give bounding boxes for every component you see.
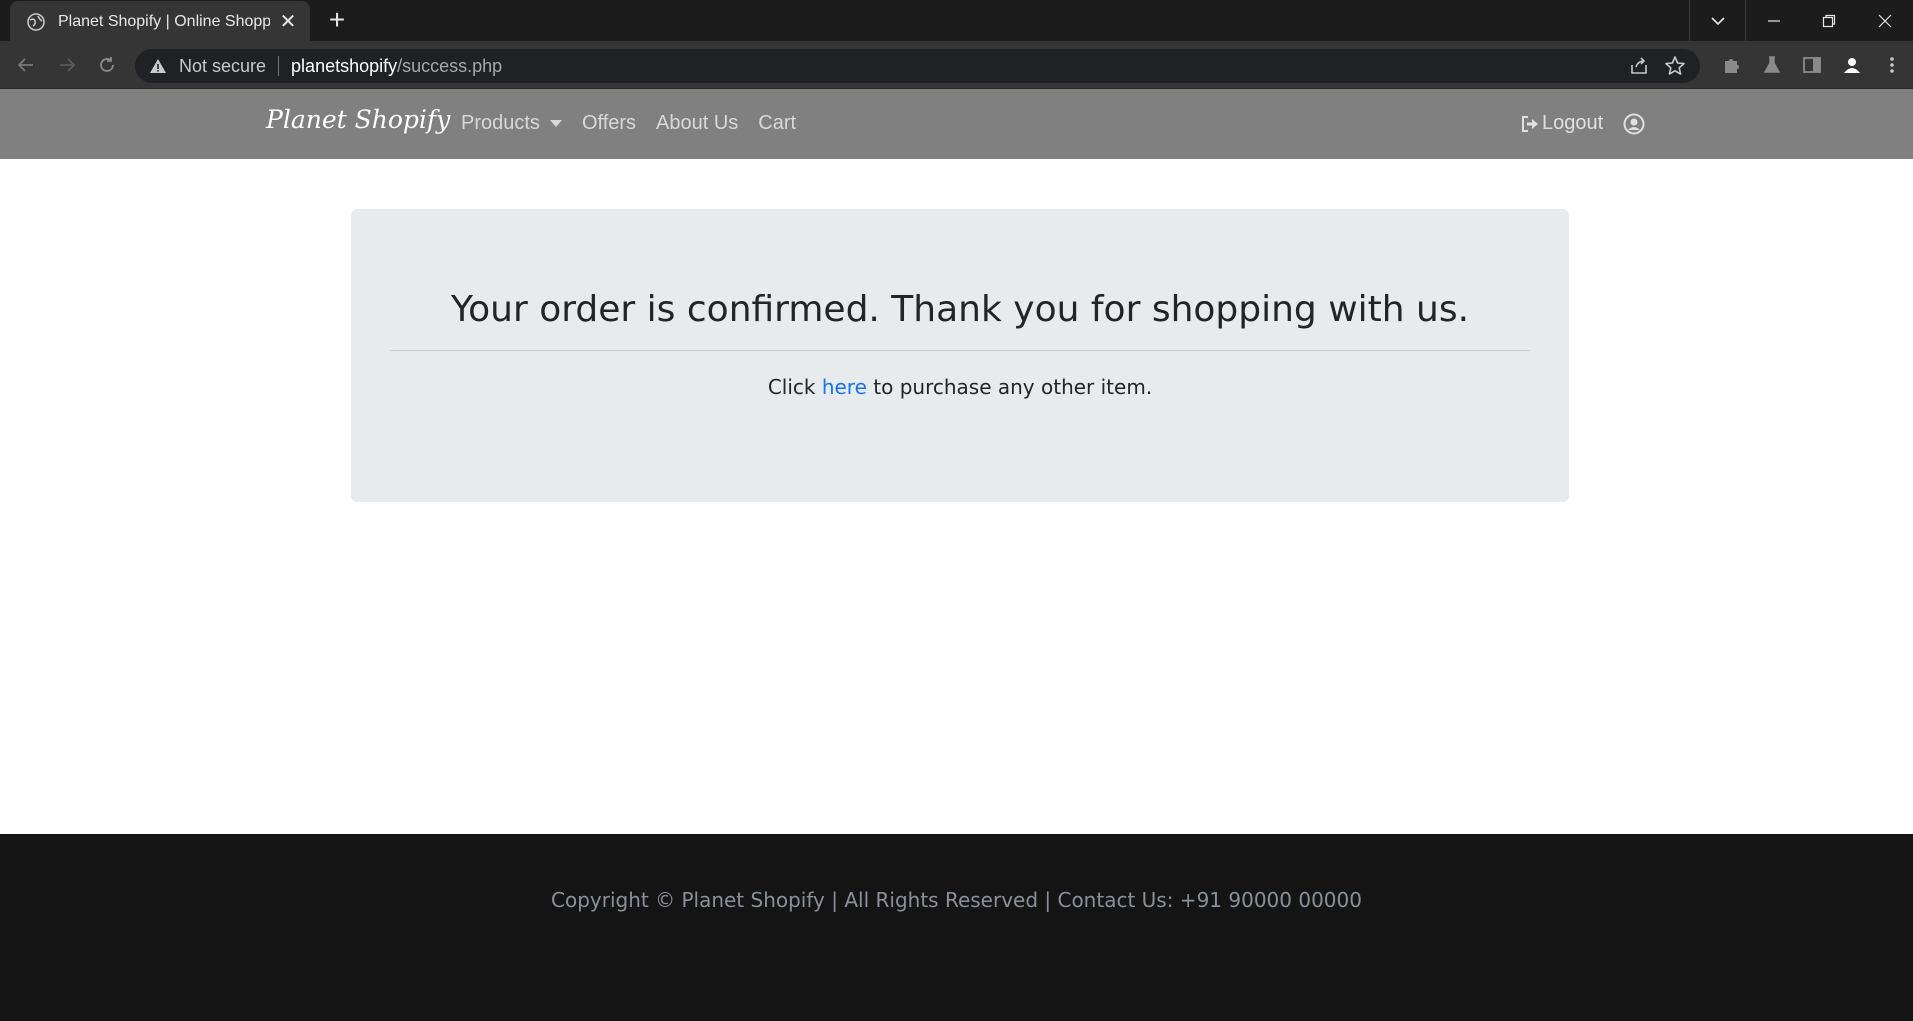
nav-about-us[interactable]: About Us	[656, 112, 738, 135]
back-icon	[17, 58, 33, 72]
confirmation-heading: Your order is confirmed. Thank you for s…	[450, 289, 1470, 330]
site-navbar: Planet Shopify Products Offers About Us …	[0, 89, 1913, 159]
new-tab-button[interactable]: +	[322, 6, 352, 36]
site-footer: Copyright © Planet Shopify | All Rights …	[0, 834, 1913, 1021]
share-icon[interactable]	[1628, 55, 1650, 77]
more-vert-icon	[1890, 57, 1894, 73]
restore-button[interactable]	[1801, 0, 1857, 41]
logout-label: Logout	[1542, 112, 1604, 134]
divider	[390, 350, 1530, 351]
continue-shopping-text: Click here to purchase any other item.	[351, 375, 1569, 399]
logout-link[interactable]: Logout	[1520, 112, 1603, 135]
browser-tab[interactable]: Planet Shopify | Online Shopping ✕	[10, 1, 310, 42]
address-bar[interactable]: Not secure planetshopify/success.php	[135, 49, 1700, 83]
browser-tab-strip: Planet Shopify | Online Shopping ✕ +	[0, 0, 1913, 42]
close-icon	[1878, 14, 1892, 27]
star-icon[interactable]	[1664, 55, 1686, 77]
chevron-down-icon	[1710, 16, 1725, 25]
brand-logo[interactable]: Planet Shopify	[266, 105, 450, 134]
text-after-link: to purchase any other item.	[866, 375, 1153, 399]
window-controls	[1689, 0, 1913, 41]
nav-offers[interactable]: Offers	[582, 112, 636, 135]
order-confirmation-panel: Your order is confirmed. Thank you for s…	[351, 209, 1569, 502]
security-label: Not secure	[179, 55, 267, 76]
labs-icon	[1763, 56, 1781, 73]
nav-right: Logout	[1520, 112, 1645, 135]
toolbar-actions	[1718, 51, 1906, 79]
address-divider	[278, 56, 280, 76]
reload-icon	[100, 57, 114, 72]
minimize-button[interactable]	[1745, 0, 1801, 41]
reload-button[interactable]	[93, 51, 121, 79]
profile-icon	[1844, 58, 1860, 73]
restore-icon	[1822, 14, 1836, 27]
caret-down-icon	[549, 120, 562, 128]
nav-cart[interactable]: Cart	[758, 112, 796, 135]
labs-button[interactable]	[1758, 51, 1786, 79]
minimize-icon	[1767, 19, 1780, 22]
url-host: planetshopify	[291, 55, 398, 76]
warning-icon	[150, 59, 166, 73]
browser-toolbar: Not secure planetshopify/success.php	[0, 41, 1913, 89]
logout-icon	[1522, 115, 1538, 132]
url-path: /success.php	[397, 55, 503, 76]
side-panel-icon	[1803, 57, 1821, 73]
nav-products-label: Products	[461, 112, 540, 134]
close-window-button[interactable]	[1857, 0, 1913, 41]
tab-search-button[interactable]	[1689, 0, 1745, 41]
menu-button[interactable]	[1878, 51, 1906, 79]
tab-title: Planet Shopify | Online Shopping	[58, 12, 270, 30]
text-before-link: Click	[767, 375, 822, 399]
nav-products[interactable]: Products	[461, 112, 562, 135]
globe-icon	[27, 12, 45, 31]
tab-close-icon[interactable]: ✕	[278, 9, 298, 34]
forward-icon	[60, 58, 76, 72]
forward-button[interactable]	[53, 51, 81, 79]
user-circle-icon[interactable]	[1623, 113, 1645, 135]
back-button[interactable]	[12, 51, 40, 79]
extensions-icon	[1725, 59, 1739, 73]
continue-shopping-link[interactable]: here	[822, 375, 867, 399]
profile-button[interactable]	[1838, 51, 1866, 79]
footer-copyright: Copyright © Planet Shopify | All Rights …	[551, 888, 1362, 912]
side-panel-button[interactable]	[1798, 51, 1826, 79]
address-bar-actions	[1628, 55, 1686, 77]
nav-links: Products Offers About Us Cart	[461, 112, 796, 135]
extensions-button[interactable]	[1718, 51, 1746, 79]
